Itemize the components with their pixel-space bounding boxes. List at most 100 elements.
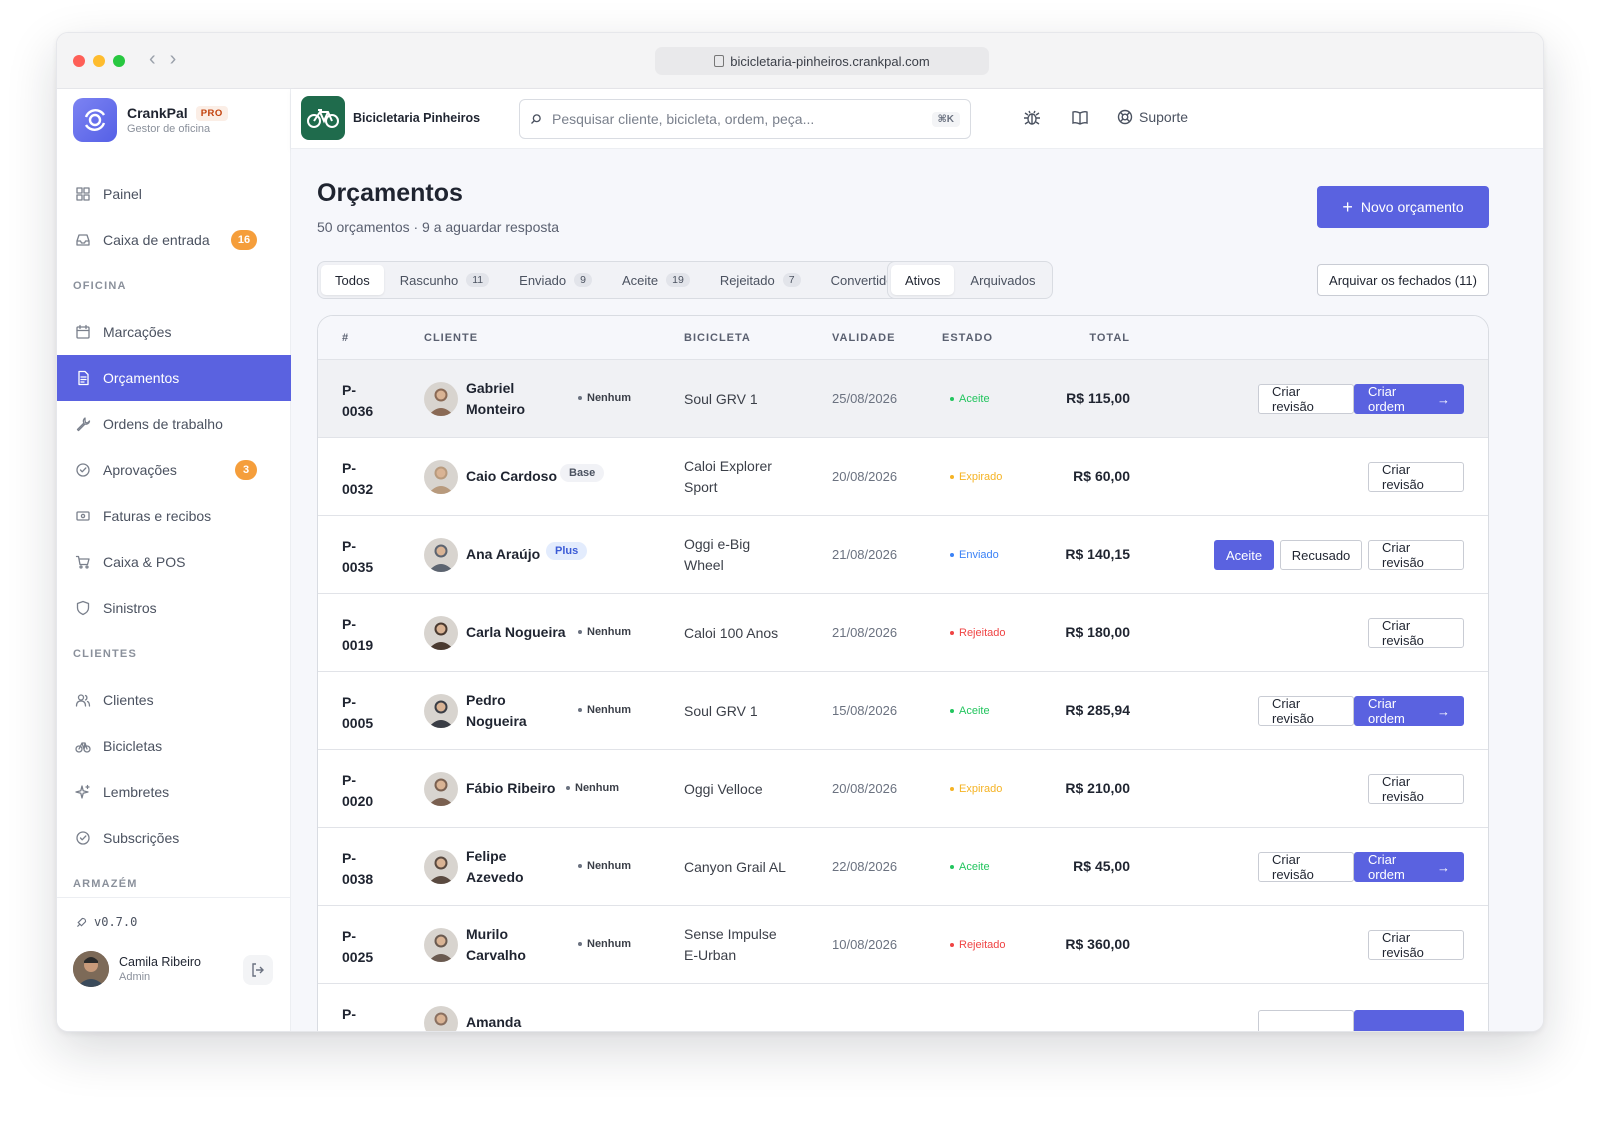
status-badge: Rejeitado: [950, 939, 1005, 951]
column-header: BICICLETA: [684, 332, 751, 344]
sidebar-item-label: Bicicletas: [103, 738, 163, 754]
tab-rascunho[interactable]: Rascunho 11: [386, 265, 503, 295]
decline-button[interactable]: Recusado: [1280, 540, 1362, 570]
tab-label: Rejeitado: [719, 272, 775, 288]
quote-id[interactable]: P- 0032: [342, 458, 382, 500]
customer-name[interactable]: Ana Araújo: [466, 544, 540, 565]
close-window-button[interactable]: [73, 55, 85, 67]
create-order-button[interactable]: Criar ordem →: [1354, 852, 1464, 882]
customer-name[interactable]: Carla Nogueira: [466, 622, 566, 643]
quote-id[interactable]: P- 0020: [342, 770, 382, 812]
sidebar-item-caixa-entrada[interactable]: Caixa de entrada 16: [57, 217, 291, 263]
sidebar-item-clientes[interactable]: Clientes: [57, 677, 291, 723]
sidebar-item-caixa-pos[interactable]: Caixa & POS: [57, 539, 291, 585]
maximize-window-button[interactable]: [113, 55, 125, 67]
customer-name[interactable]: Fábio Ribeiro: [466, 778, 555, 799]
create-order-button[interactable]: [1354, 1010, 1464, 1031]
tab-arquivados[interactable]: Arquivados: [956, 265, 1049, 295]
user-profile[interactable]: Camila Ribeiro Admin: [73, 951, 201, 987]
quote-id[interactable]: P- 0019: [342, 614, 382, 656]
table-row[interactable]: P- 0019 Carla Nogueira Nenhum Caloi 100 Anos…: [318, 594, 1488, 672]
customer-name[interactable]: Murilo Carvalho: [466, 924, 526, 966]
create-revision-button[interactable]: Criar revisão: [1258, 852, 1354, 882]
sidebar-item-subscricoes[interactable]: Subscrições: [57, 815, 291, 861]
back-arrow-icon[interactable]: ‹: [149, 48, 156, 71]
new-quote-button[interactable]: + Novo orçamento: [1317, 186, 1489, 228]
sidebar-item-bicicletas[interactable]: Bicicletas: [57, 723, 291, 769]
status-badge: Expirado: [950, 471, 1002, 483]
quote-id[interactable]: P- 0005: [342, 692, 382, 734]
table-row[interactable]: P- 0005 Pedro Nogueira Nenhum Soul GRV 1 15/08…: [318, 672, 1488, 750]
sidebar-item-marcacoes[interactable]: Marcações: [57, 309, 291, 355]
quote-total: R$ 140,15: [1065, 546, 1130, 562]
quote-id[interactable]: P- 0025: [342, 926, 382, 968]
table-row[interactable]: P- 0025 Murilo Carvalho Nenhum Sense Impulse E…: [318, 906, 1488, 984]
scope-filter-tabs: Ativos Arquivados: [887, 261, 1054, 299]
sidebar-item-faturas[interactable]: Faturas e recibos: [57, 493, 291, 539]
table-row[interactable]: P- 0035 Ana Araújo Plus Oggi e-Big Wheel 21/08…: [318, 516, 1488, 594]
tab-todos[interactable]: Todos: [321, 265, 384, 295]
quote-id[interactable]: P-: [342, 1004, 382, 1025]
shop-switcher[interactable]: Bicicletaria Pinheiros: [301, 96, 480, 140]
create-revision-button[interactable]: Criar revisão: [1368, 930, 1464, 960]
create-revision-button[interactable]: Criar revisão: [1368, 774, 1464, 804]
accept-button[interactable]: Aceite: [1214, 540, 1274, 570]
table-row[interactable]: P- 0038 Felipe Azevedo Nenhum Canyon Grail AL…: [318, 828, 1488, 906]
address-bar[interactable]: bicicletaria-pinheiros.crankpal.com: [655, 47, 989, 75]
sidebar-item-orcamentos[interactable]: Orçamentos: [57, 355, 291, 401]
sidebar-item-sinistros[interactable]: Sinistros: [57, 585, 291, 631]
customer-name[interactable]: Caio Cardoso: [466, 466, 557, 487]
table-row[interactable]: P- 0020 Fábio Ribeiro Nenhum Oggi Velloce 20/…: [318, 750, 1488, 828]
create-order-button[interactable]: Criar ordem →: [1354, 384, 1464, 414]
user-role: Admin: [119, 971, 151, 983]
membership-badge: Nenhum: [578, 626, 631, 638]
create-revision-button[interactable]: Criar revisão: [1258, 696, 1354, 726]
forward-arrow-icon[interactable]: ›: [170, 48, 177, 71]
sidebar-item-painel[interactable]: Painel: [57, 171, 291, 217]
validity-date: 10/08/2026: [832, 937, 898, 952]
create-revision-button[interactable]: Criar revisão: [1368, 462, 1464, 492]
customer-name[interactable]: Amanda: [466, 1012, 521, 1031]
customer-name[interactable]: Gabriel Monteiro: [466, 378, 525, 420]
create-revision-button[interactable]: Criar revisão: [1368, 618, 1464, 648]
plus-icon: +: [1342, 197, 1353, 217]
customer-name[interactable]: Pedro Nogueira: [466, 690, 527, 732]
bike-model: Caloi 100 Anos: [684, 625, 779, 641]
quote-id[interactable]: P- 0035: [342, 536, 382, 578]
sidebar-item-label: Painel: [103, 186, 142, 202]
table-row[interactable]: P- 0032 Caio Cardoso Base Caloi Explorer Spor…: [318, 438, 1488, 516]
sidebar-item-aprovacoes[interactable]: Aprovações 3: [57, 447, 291, 493]
version-label: v0.7.0: [75, 915, 137, 929]
users-icon: [75, 692, 91, 708]
topbar: Bicicletaria Pinheiros Pesquisar cliente…: [291, 89, 1543, 149]
sidebar-divider: [57, 897, 291, 898]
create-order-button[interactable]: Criar ordem →: [1354, 696, 1464, 726]
brand[interactable]: CrankPal PRO Gestor de oficina: [73, 98, 228, 142]
tab-enviado[interactable]: Enviado 9: [505, 265, 606, 295]
tab-label: Enviado: [519, 272, 567, 288]
page-title: Orçamentos: [317, 179, 463, 207]
search-input[interactable]: Pesquisar cliente, bicicleta, ordem, peç…: [519, 99, 971, 139]
tab-aceite[interactable]: Aceite 19: [608, 265, 704, 295]
table-row[interactable]: P- 0036 Gabriel Monteiro Nenhum Soul GRV 1 25/…: [318, 360, 1488, 438]
create-revision-button[interactable]: Criar revisão: [1258, 384, 1354, 414]
tab-ativos[interactable]: Ativos: [891, 265, 955, 295]
sidebar-item-lembretes[interactable]: Lembretes: [57, 769, 291, 815]
tab-rejeitado[interactable]: Rejeitado 7: [706, 265, 815, 295]
quote-total: R$ 180,00: [1065, 624, 1130, 640]
membership-badge: Nenhum: [578, 392, 631, 404]
sidebar-item-ordens[interactable]: Ordens de trabalho: [57, 401, 291, 447]
bug-icon[interactable]: [1023, 109, 1041, 132]
table-row[interactable]: P- Amanda: [318, 984, 1488, 1031]
customer-name[interactable]: Felipe Azevedo: [466, 846, 524, 888]
create-revision-button[interactable]: Criar revisão: [1368, 540, 1464, 570]
book-icon[interactable]: [1071, 109, 1089, 132]
minimize-window-button[interactable]: [93, 55, 105, 67]
archive-closed-button[interactable]: Arquivar os fechados (11): [1317, 264, 1489, 296]
arrow-right-icon: →: [1437, 391, 1450, 407]
support-link[interactable]: Suporte: [1117, 109, 1188, 125]
quote-id[interactable]: P- 0038: [342, 848, 382, 890]
quote-id[interactable]: P- 0036: [342, 380, 382, 422]
create-revision-button[interactable]: [1258, 1010, 1354, 1031]
logout-button[interactable]: [243, 955, 273, 985]
